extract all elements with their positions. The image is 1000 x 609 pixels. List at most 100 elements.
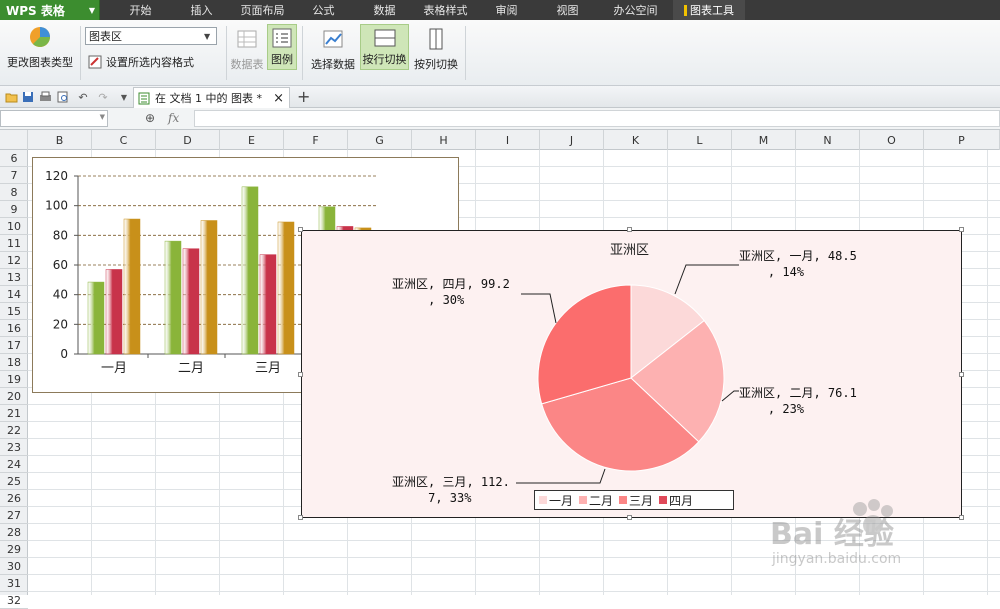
- resize-handle[interactable]: [959, 372, 964, 377]
- legend-label: 一月: [549, 493, 574, 508]
- legend-swatch: [539, 496, 547, 504]
- format-selection-label: 设置所选内容格式: [106, 56, 194, 69]
- row-header[interactable]: 23: [0, 439, 28, 456]
- row-header[interactable]: 18: [0, 354, 28, 371]
- undo-icon[interactable]: ↶: [76, 90, 90, 104]
- resize-handle[interactable]: [959, 227, 964, 232]
- formula-input[interactable]: [194, 110, 1000, 127]
- row-header[interactable]: 21: [0, 405, 28, 422]
- print-preview-icon[interactable]: [56, 90, 70, 104]
- redo-icon[interactable]: ↷: [96, 90, 110, 104]
- column-header[interactable]: L: [668, 130, 732, 150]
- row-header[interactable]: 9: [0, 201, 28, 218]
- row-header[interactable]: 20: [0, 388, 28, 405]
- resize-handle[interactable]: [298, 372, 303, 377]
- row-header[interactable]: 15: [0, 303, 28, 320]
- resize-handle[interactable]: [298, 515, 303, 520]
- switch-row-icon: [374, 29, 395, 47]
- pie-chart[interactable]: 亚洲区 亚洲区, 一月, 48.5 , 14% 亚洲区, 二月, 76.1 , …: [301, 230, 962, 518]
- data-table-icon: [237, 30, 257, 48]
- y-tick-label: 100: [45, 199, 68, 213]
- column-header[interactable]: P: [924, 130, 1000, 150]
- row-header[interactable]: 14: [0, 286, 28, 303]
- chart-element-select[interactable]: 图表区 ▼: [85, 27, 217, 45]
- app-menu-button[interactable]: WPS 表格 ▼: [0, 0, 100, 20]
- close-tab-icon[interactable]: ×: [273, 91, 284, 106]
- row-header[interactable]: 25: [0, 473, 28, 490]
- pie-leader-line: [674, 264, 739, 295]
- column-header[interactable]: I: [476, 130, 540, 150]
- row-header[interactable]: 24: [0, 456, 28, 473]
- menu-data[interactable]: 数据: [354, 0, 415, 20]
- new-tab-icon[interactable]: +: [297, 87, 310, 106]
- resize-handle[interactable]: [298, 227, 303, 232]
- column-header[interactable]: C: [92, 130, 156, 150]
- row-header[interactable]: 31: [0, 575, 28, 592]
- document-tab[interactable]: 在 文档 1 中的 图表 * ×: [133, 87, 290, 108]
- zoom-icon[interactable]: ⊕: [145, 111, 155, 125]
- row-header[interactable]: 13: [0, 269, 28, 286]
- x-tick-label: 一月: [101, 361, 127, 376]
- row-header[interactable]: 30: [0, 558, 28, 575]
- function-icon[interactable]: fx: [168, 111, 179, 125]
- print-icon[interactable]: [38, 90, 52, 104]
- menu-table-style[interactable]: 表格样式: [415, 0, 476, 20]
- row-header[interactable]: 7: [0, 167, 28, 184]
- legend-label: 二月: [589, 493, 614, 508]
- select-all-corner[interactable]: [0, 130, 28, 150]
- ribbon-separator: [226, 26, 227, 80]
- menu-office-space[interactable]: 办公空间: [598, 0, 673, 20]
- column-header[interactable]: M: [732, 130, 796, 150]
- save-icon[interactable]: [21, 90, 35, 104]
- menu-formula[interactable]: 公式: [293, 0, 354, 20]
- baidu-watermark: Bai 经验 jingyan.baidu.com: [770, 495, 980, 575]
- column-header[interactable]: N: [796, 130, 860, 150]
- change-chart-type-button[interactable]: 更改图表类型: [4, 26, 76, 70]
- pie-title: 亚洲区: [610, 243, 650, 258]
- column-header[interactable]: B: [28, 130, 92, 150]
- resize-handle[interactable]: [627, 227, 632, 232]
- switch-by-column-label: 按列切换: [414, 58, 458, 71]
- row-header[interactable]: 10: [0, 218, 28, 235]
- menu-insert[interactable]: 插入: [171, 0, 232, 20]
- row-header[interactable]: 28: [0, 524, 28, 541]
- switch-by-column-button[interactable]: 按列切换: [413, 28, 459, 72]
- resize-handle[interactable]: [627, 515, 632, 520]
- bar: [182, 248, 200, 355]
- column-header[interactable]: F: [284, 130, 348, 150]
- switch-by-row-button[interactable]: 按行切换: [360, 24, 409, 70]
- column-header[interactable]: K: [604, 130, 668, 150]
- row-header[interactable]: 8: [0, 184, 28, 201]
- menu-review[interactable]: 审阅: [476, 0, 537, 20]
- y-tick-label: 0: [60, 347, 68, 361]
- select-data-button[interactable]: 选择数据: [309, 28, 357, 72]
- row-header[interactable]: 17: [0, 337, 28, 354]
- column-header[interactable]: D: [156, 130, 220, 150]
- open-folder-icon[interactable]: [4, 90, 18, 104]
- row-header[interactable]: 19: [0, 371, 28, 388]
- y-tick-label: 20: [53, 317, 68, 331]
- data-table-button[interactable]: 数据表: [230, 28, 264, 72]
- format-selection-button[interactable]: 设置所选内容格式: [88, 54, 194, 70]
- column-header[interactable]: J: [540, 130, 604, 150]
- row-header[interactable]: 26: [0, 490, 28, 507]
- menu-chart-tools[interactable]: 图表工具: [673, 0, 745, 20]
- row-header[interactable]: 22: [0, 422, 28, 439]
- menu-view[interactable]: 视图: [537, 0, 598, 20]
- column-header[interactable]: O: [860, 130, 924, 150]
- menu-home[interactable]: 开始: [110, 0, 171, 20]
- row-header[interactable]: 16: [0, 320, 28, 337]
- legend-button[interactable]: 图例: [267, 24, 297, 70]
- row-header[interactable]: 29: [0, 541, 28, 558]
- column-header[interactable]: G: [348, 130, 412, 150]
- row-header[interactable]: 12: [0, 252, 28, 269]
- row-header[interactable]: 6: [0, 150, 28, 167]
- customize-dropdown-icon[interactable]: ▼: [117, 90, 131, 104]
- row-header[interactable]: 11: [0, 235, 28, 252]
- column-header[interactable]: H: [412, 130, 476, 150]
- row-header[interactable]: 27: [0, 507, 28, 524]
- column-header[interactable]: E: [220, 130, 284, 150]
- menu-page-layout[interactable]: 页面布局: [232, 0, 293, 20]
- name-box[interactable]: ▼: [0, 110, 108, 127]
- pie-legend[interactable]: 一月 二月 三月 四月: [534, 490, 734, 510]
